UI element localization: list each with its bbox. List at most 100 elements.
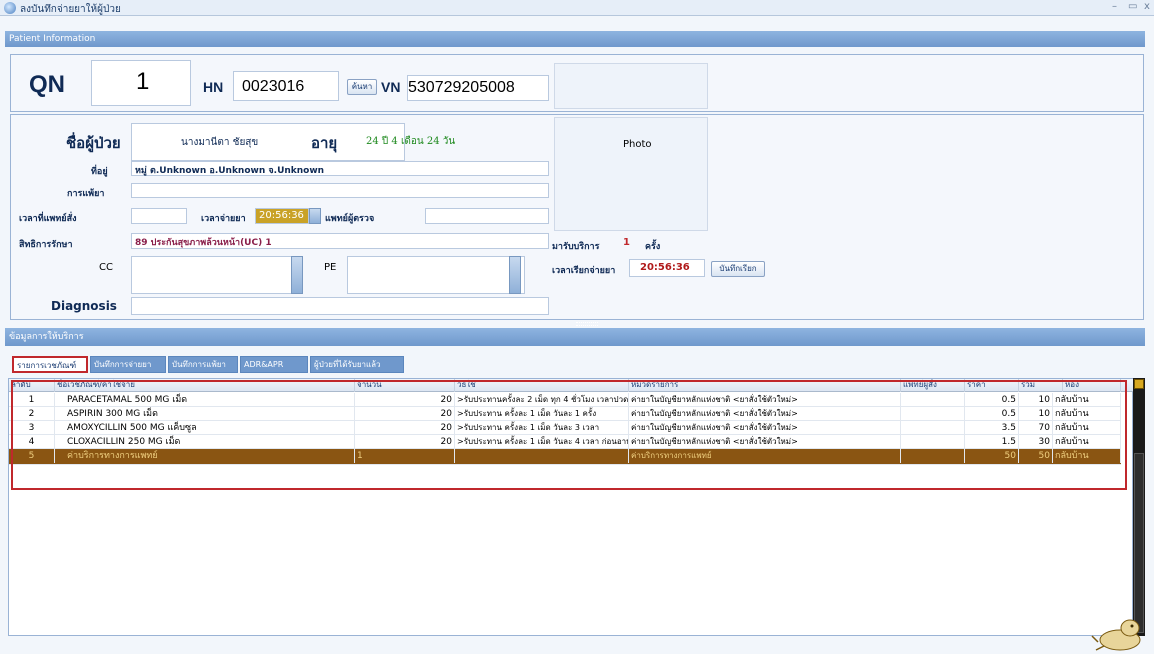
cell-doctor xyxy=(901,435,965,449)
rights-value: 89 ประกันสุขภาพล้วนหน้า(UC) 1 xyxy=(135,238,272,248)
table-row-selected[interactable]: 5 ค่าบริการทางการแพทย์ 1 ค่าบริการทางการ… xyxy=(9,449,1121,465)
close-button[interactable]: x xyxy=(1144,1,1150,12)
address-field[interactable]: หมู่ ต.Unknown อ.Unknown จ.Unknown xyxy=(131,161,549,176)
visits-label: มารับบริการ xyxy=(552,242,600,252)
col-qty[interactable]: จำนวน xyxy=(355,379,455,392)
doctor-field[interactable] xyxy=(425,208,549,224)
photo-label: Photo xyxy=(623,139,652,150)
call-time-label: เวลาเรียกจ่ายยา xyxy=(552,266,616,276)
qn-field[interactable]: 1 xyxy=(91,60,191,106)
cell-room: กลับบ้าน xyxy=(1053,421,1121,435)
cell-usage: >รับประทาน ครั้งละ 1 เม็ด วันละ 4 เวลา ก… xyxy=(455,435,629,449)
call-time-field[interactable]: 20:56:36 xyxy=(629,259,705,277)
cell-doctor xyxy=(901,407,965,421)
cell-qty: 20 xyxy=(355,435,455,449)
grid-scrollbar[interactable] xyxy=(1133,378,1145,636)
cell-category: ค่ายาในบัญชียาหลักแห่งชาติ <ยาสั่งใช้ตัว… xyxy=(629,407,901,421)
cc-scroll[interactable] xyxy=(291,256,303,294)
diagnosis-label: Diagnosis xyxy=(51,299,117,313)
qn-value: 1 xyxy=(136,68,150,95)
minimize-button[interactable]: – xyxy=(1112,1,1117,12)
cell-total: 70 xyxy=(1019,421,1053,435)
tab-adr-apr[interactable]: ADR&APR xyxy=(240,356,308,373)
col-price[interactable]: ราคา xyxy=(965,379,1019,392)
save-call-button[interactable]: บันทึกเรียก xyxy=(711,261,765,277)
address-label: ที่อยู่ xyxy=(91,167,108,177)
visits-value: 1 xyxy=(623,237,630,248)
col-name[interactable]: ชื่อเวชภัณฑ์/ค่าใช้จ่าย xyxy=(55,379,355,392)
pe-field[interactable] xyxy=(347,256,525,294)
order-time-field[interactable] xyxy=(131,208,187,224)
tab-dispense-record[interactable]: บันทึกการจ่ายยา xyxy=(90,356,166,373)
cell-name: ASPIRIN 300 MG เม็ด xyxy=(55,407,355,421)
table-row[interactable]: 2 ASPIRIN 300 MG เม็ด 20 >รับประทาน ครั้… xyxy=(9,407,1121,421)
tab-dispensed-patients[interactable]: ผู้ป่วยที่ได้รับยาแล้ว xyxy=(310,356,404,373)
photo-frame xyxy=(554,117,708,231)
cell-total: 10 xyxy=(1019,407,1053,421)
doctor-label: แพทย์ผู้ตรวจ xyxy=(325,214,375,224)
cell-total: 50 xyxy=(1019,449,1053,463)
scroll-thumb[interactable] xyxy=(1134,453,1144,633)
vn-field[interactable]: 530729205008 xyxy=(407,75,549,101)
vn-label: VN xyxy=(381,79,401,95)
cell-category: ค่าบริการทางการแพทย์ xyxy=(629,449,901,463)
cell-room: กลับบ้าน xyxy=(1053,449,1121,463)
cell-qty: 20 xyxy=(355,393,455,407)
cell-price: 3.5 xyxy=(965,421,1019,435)
window-titlebar: ลงบันทึกจ่ายยาให้ผู้ป่วย – ▭ x xyxy=(0,0,1154,16)
cell-room: กลับบ้าน xyxy=(1053,393,1121,407)
hn-label: HN xyxy=(203,79,224,95)
search-button[interactable]: ค้นหา xyxy=(347,79,377,95)
cell-seq: 1 xyxy=(9,393,55,407)
name-label: ชื่อผู้ป่วย xyxy=(66,134,121,152)
cell-name: ค่าบริการทางการแพทย์ xyxy=(55,449,355,463)
col-total[interactable]: รวม xyxy=(1019,379,1063,392)
vn-value: 530729205008 xyxy=(408,79,515,96)
cc-field[interactable] xyxy=(131,256,297,294)
cell-usage: >รับประทาน ครั้งละ 1 เม็ด วันละ 3 เวลา xyxy=(455,421,629,435)
time-spinner[interactable] xyxy=(309,208,321,224)
address-value: หมู่ ต.Unknown อ.Unknown จ.Unknown xyxy=(135,166,325,176)
age-value: 24 ปี 4 เดือน 24 วัน xyxy=(366,136,456,147)
cell-name: CLOXACILLIN 250 MG เม็ด xyxy=(55,435,355,449)
cell-doctor xyxy=(901,449,965,463)
tab-medicine-list[interactable]: รายการเวชภัณฑ์ xyxy=(12,356,88,373)
cell-qty: 20 xyxy=(355,421,455,435)
grid-header: ลำดับ ชื่อเวชภัณฑ์/ค่าใช้จ่าย จำนวน วิธี… xyxy=(9,379,1134,392)
table-row[interactable]: 1 PARACETAMAL 500 MG เม็ด 20 >รับประทานค… xyxy=(9,393,1121,407)
dispense-time-field[interactable]: 20:56:36 xyxy=(255,208,309,224)
rights-field[interactable]: 89 ประกันสุขภาพล้วนหน้า(UC) 1 xyxy=(131,233,549,249)
call-time-value: 20:56:36 xyxy=(640,262,690,273)
maximize-button[interactable]: ▭ xyxy=(1128,1,1137,12)
patient-info-header: Patient Information xyxy=(5,31,1145,47)
cell-price: 0.5 xyxy=(965,407,1019,421)
table-row[interactable]: 4 CLOXACILLIN 250 MG เม็ด 20 >รับประทาน … xyxy=(9,435,1121,449)
pe-label: PE xyxy=(324,262,337,273)
scroll-up-arrow-icon[interactable] xyxy=(1134,379,1144,389)
col-doctor[interactable]: แพทย์ผู้สั่ง xyxy=(901,379,965,392)
hn-field[interactable]: 0023016 xyxy=(233,71,339,101)
cell-price: 1.5 xyxy=(965,435,1019,449)
window-title: ลงบันทึกจ่ายยาให้ผู้ป่วย xyxy=(20,4,121,15)
rights-label: สิทธิการรักษา xyxy=(19,240,73,250)
splitter-handle[interactable] xyxy=(576,322,598,326)
age-label: อายุ xyxy=(311,134,338,152)
col-category[interactable]: หมวดรายการ xyxy=(629,379,901,392)
mascot-dog-icon xyxy=(1091,619,1141,651)
identity-panel: QN 1 HN 0023016 ค้นหา VN 530729205008 xyxy=(10,54,1144,112)
cell-usage: >รับประทานครั้งละ 2 เม็ด ทุก 4 ชั่วโมง เ… xyxy=(455,393,629,407)
medicine-grid: ลำดับ ชื่อเวชภัณฑ์/ค่าใช้จ่าย จำนวน วิธี… xyxy=(8,378,1134,636)
visits-unit: ครั้ง xyxy=(645,242,661,252)
diagnosis-field[interactable] xyxy=(131,297,549,315)
cell-name: AMOXYCILLIN 500 MG แค็บซูล xyxy=(55,421,355,435)
tab-allergy-record[interactable]: บันทึกการแพ้ยา xyxy=(168,356,238,373)
allergy-field[interactable] xyxy=(131,183,549,198)
cell-price: 50 xyxy=(965,449,1019,463)
dispense-time-label: เวลาจ่ายยา xyxy=(201,214,246,224)
col-seq[interactable]: ลำดับ xyxy=(9,379,55,392)
col-usage[interactable]: วิธีใช้ xyxy=(455,379,629,392)
pe-scroll[interactable] xyxy=(509,256,521,294)
table-row[interactable]: 3 AMOXYCILLIN 500 MG แค็บซูล 20 >รับประท… xyxy=(9,421,1121,435)
cell-qty: 20 xyxy=(355,407,455,421)
col-room[interactable]: ห้อง xyxy=(1063,379,1121,392)
